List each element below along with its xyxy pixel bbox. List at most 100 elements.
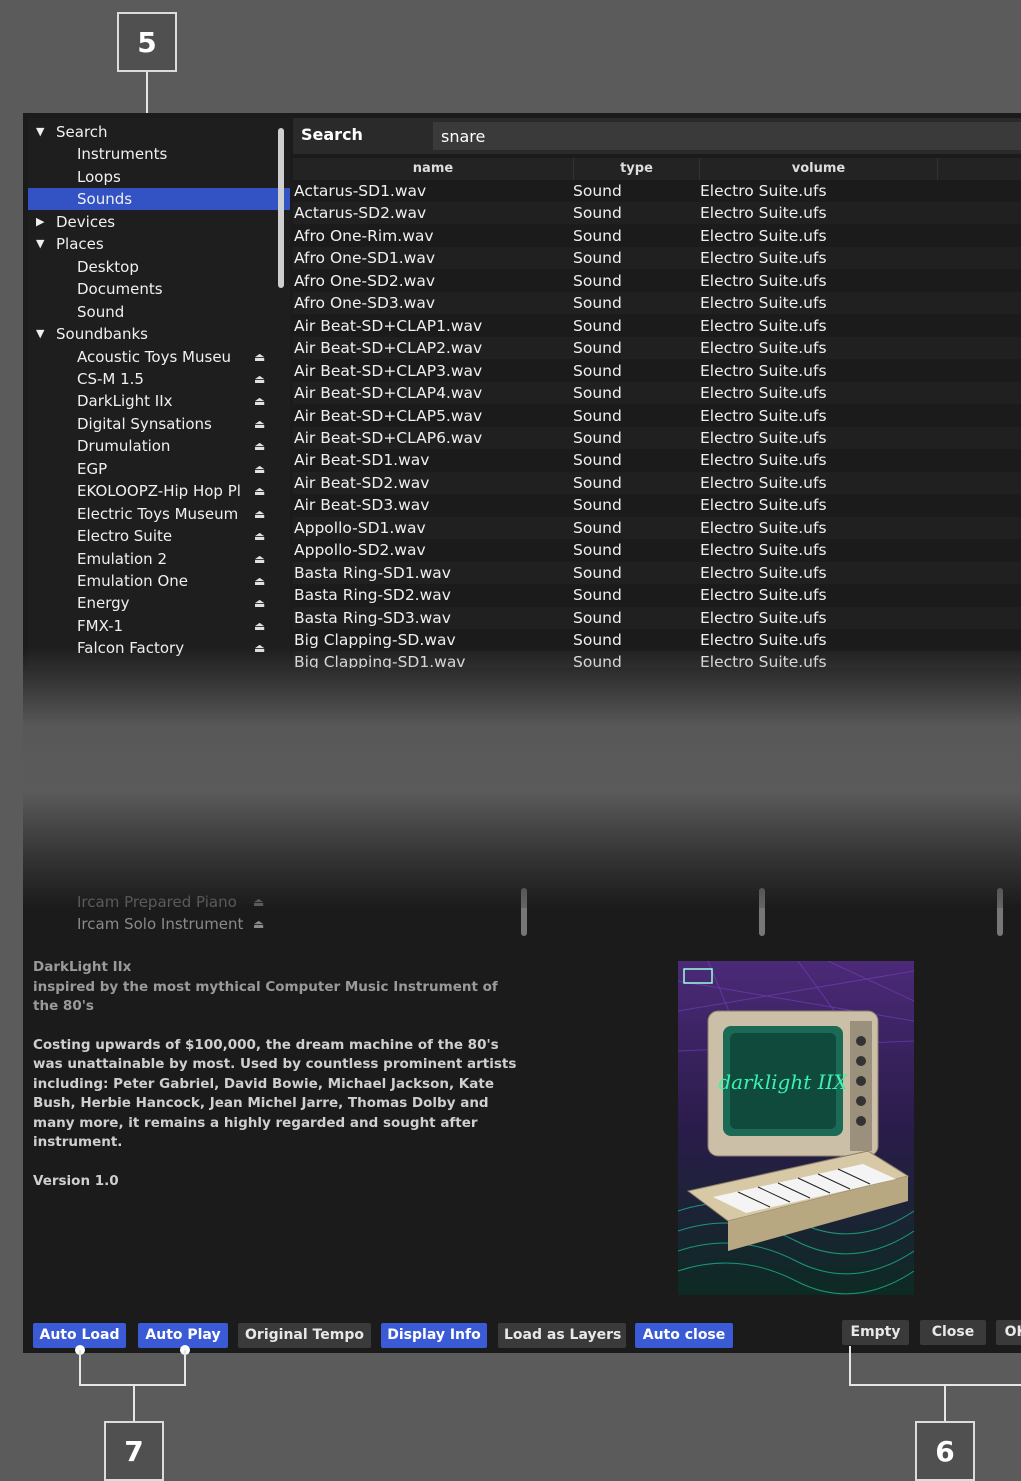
disclosure-expanded-icon[interactable]: ▼ xyxy=(36,233,44,255)
cell-type: Sound xyxy=(573,563,622,582)
sidebar-item-label: Energy xyxy=(77,594,130,613)
table-row[interactable]: Appollo-SD1.wav Sound Electro Suite.ufs xyxy=(293,516,1021,539)
cell-type: Sound xyxy=(573,518,622,537)
sidebar-item[interactable]: EKOLOOPZ-Hip Hop Pl ⏏ xyxy=(28,480,290,502)
eject-icon[interactable]: ⏏ xyxy=(254,570,265,592)
cell-name: Air Beat-SD+CLAP6.wav xyxy=(294,428,483,447)
search-input[interactable] xyxy=(433,122,1021,150)
sidebar-item[interactable]: Electric Toys Museum ⏏ xyxy=(28,503,290,525)
load-as-layers-button[interactable]: Load as Layers xyxy=(498,1323,626,1348)
cell-name: Basta Ring-SD2.wav xyxy=(294,586,451,605)
eject-icon: ⏏ xyxy=(253,917,265,931)
eject-icon[interactable]: ⏏ xyxy=(254,390,265,412)
cell-volume: Electro Suite.ufs xyxy=(700,271,827,290)
cell-name: Appollo-SD2.wav xyxy=(294,541,426,560)
auto-close-button[interactable]: Auto close xyxy=(635,1323,733,1348)
ok-button[interactable]: OK xyxy=(996,1320,1021,1345)
eject-icon[interactable]: ⏏ xyxy=(254,346,265,368)
sidebar-item[interactable]: Digital Synsations ⏏ xyxy=(28,413,290,435)
sidebar-item-label: Sound xyxy=(77,302,125,321)
eject-icon[interactable]: ⏏ xyxy=(254,615,265,637)
original-tempo-button[interactable]: Original Tempo xyxy=(238,1323,371,1348)
column-header-type[interactable]: type xyxy=(574,158,700,180)
table-row[interactable]: Afro One-SD1.wav Sound Electro Suite.ufs xyxy=(293,247,1021,270)
sidebar-item[interactable]: Energy ⏏ xyxy=(28,592,290,614)
table-row[interactable]: Air Beat-SD+CLAP2.wav Sound Electro Suite.… xyxy=(293,337,1021,360)
sidebar-item[interactable]: Sounds xyxy=(28,188,290,211)
eject-icon[interactable]: ⏏ xyxy=(254,368,265,390)
cell-volume: Electro Suite.ufs xyxy=(700,586,827,605)
cell-name: Afro One-Rim.wav xyxy=(294,226,434,245)
column-header-name[interactable]: name xyxy=(293,158,574,180)
disclosure-collapsed-icon[interactable]: ▶ xyxy=(36,211,44,233)
sidebar-item-label: Emulation One xyxy=(77,572,188,590)
cell-name: Air Beat-SD+CLAP4.wav xyxy=(294,384,483,403)
table-row[interactable]: Afro One-SD3.wav Sound Electro Suite.ufs xyxy=(293,292,1021,315)
empty-button[interactable]: Empty xyxy=(842,1320,909,1345)
browser-window: ▼ Search Instruments Loops Sounds ▶ Devices ▼ Pl… xyxy=(23,113,1021,1353)
cell-type: Sound xyxy=(573,541,622,560)
sidebar-item-label: Documents xyxy=(77,280,163,299)
eject-icon[interactable]: ⏏ xyxy=(254,525,265,547)
sidebar-item[interactable]: EGP ⏏ xyxy=(28,458,290,480)
cell-volume: Electro Suite.ufs xyxy=(700,406,827,425)
cell-volume: Electro Suite.ufs xyxy=(700,518,827,537)
table-row[interactable]: Air Beat-SD1.wav Sound Electro Suite.ufs xyxy=(293,449,1021,471)
sidebar-item[interactable]: Drumulation ⏏ xyxy=(28,435,290,457)
sidebar-item[interactable]: Emulation One ⏏ xyxy=(28,570,290,592)
eject-icon[interactable]: ⏏ xyxy=(254,413,265,435)
display-info-button[interactable]: Display Info xyxy=(381,1323,487,1348)
disclosure-expanded-icon[interactable]: ▼ xyxy=(36,121,44,143)
sidebar-item[interactable]: Instruments xyxy=(28,143,290,165)
instrument-artwork: darklight IIX xyxy=(678,961,914,1295)
table-row[interactable]: Appollo-SD2.wav Sound Electro Suite.ufs xyxy=(293,539,1021,561)
table-row[interactable]: Air Beat-SD+CLAP3.wav Sound Electro Suite.… xyxy=(293,360,1021,382)
sidebar-item[interactable]: FMX-1 ⏏ xyxy=(28,615,290,637)
table-row[interactable]: Afro One-Rim.wav Sound Electro Suite.ufs xyxy=(293,225,1021,247)
sidebar-item[interactable]: ▶ Devices xyxy=(28,211,290,233)
eject-icon[interactable]: ⏏ xyxy=(254,480,265,502)
info-title: DarkLight IIx xyxy=(33,959,132,975)
sidebar-item[interactable]: ▼ Soundbanks xyxy=(28,323,290,345)
close-button[interactable]: Close xyxy=(920,1320,986,1345)
table-row[interactable]: Actarus-SD1.wav Sound Electro Suite.ufs xyxy=(293,180,1021,202)
column-header-volume[interactable]: volume xyxy=(700,158,938,180)
eject-icon[interactable]: ⏏ xyxy=(254,592,265,614)
sidebar-item[interactable]: ▼ Search xyxy=(28,121,290,143)
sidebar-item[interactable]: Electro Suite ⏏ xyxy=(28,525,290,547)
table-row[interactable]: Basta Ring-SD2.wav Sound Electro Suite.ufs xyxy=(293,584,1021,606)
table-row[interactable]: Actarus-SD2.wav Sound Electro Suite.ufs xyxy=(293,202,1021,225)
table-row[interactable]: Air Beat-SD+CLAP1.wav Sound Electro Suite.… xyxy=(293,315,1021,337)
sidebar-item[interactable]: CS-M 1.5 ⏏ xyxy=(28,368,290,390)
column-header-extra[interactable] xyxy=(938,158,1021,180)
table-row[interactable]: Air Beat-SD+CLAP6.wav Sound Electro Suite.… xyxy=(293,426,1021,449)
table-row[interactable]: Basta Ring-SD1.wav Sound Electro Suite.ufs xyxy=(293,561,1021,584)
table-row[interactable]: Afro One-SD2.wav Sound Electro Suite.ufs xyxy=(293,270,1021,292)
sidebar-item-label: FMX-1 xyxy=(77,616,124,635)
sidebar-item[interactable]: Loops xyxy=(28,166,290,188)
sidebar-scrollbar[interactable] xyxy=(278,128,284,288)
sidebar-item[interactable]: Sound xyxy=(28,301,290,323)
table-row[interactable]: Air Beat-SD+CLAP4.wav Sound Electro Suite.… xyxy=(293,382,1021,405)
sidebar-item-label: Emulation 2 xyxy=(77,549,167,568)
table-row[interactable]: Air Beat-SD+CLAP5.wav Sound Electro Suite.… xyxy=(293,405,1021,427)
eject-icon[interactable]: ⏏ xyxy=(254,458,265,480)
cell-type: Sound xyxy=(573,316,622,335)
table-row[interactable]: Air Beat-SD2.wav Sound Electro Suite.ufs xyxy=(293,471,1021,494)
cell-volume: Electro Suite.ufs xyxy=(700,563,827,582)
cell-volume: Electro Suite.ufs xyxy=(700,428,827,447)
eject-icon[interactable]: ⏏ xyxy=(254,548,265,570)
callout-5: 5 xyxy=(117,12,177,72)
sidebar-item[interactable]: Documents xyxy=(28,278,290,300)
eject-icon[interactable]: ⏏ xyxy=(254,503,265,525)
sidebar-item[interactable]: DarkLight IIx ⏏ xyxy=(28,390,290,412)
table-row[interactable]: Basta Ring-SD3.wav Sound Electro Suite.ufs xyxy=(293,606,1021,629)
table-row[interactable]: Air Beat-SD3.wav Sound Electro Suite.ufs xyxy=(293,494,1021,516)
cell-volume: Electro Suite.ufs xyxy=(700,384,827,403)
disclosure-expanded-icon[interactable]: ▼ xyxy=(36,323,44,345)
sidebar-item[interactable]: Acoustic Toys Museu ⏏ xyxy=(28,346,290,368)
eject-icon[interactable]: ⏏ xyxy=(254,435,265,457)
sidebar-item[interactable]: Desktop xyxy=(28,256,290,278)
sidebar-item[interactable]: Emulation 2 ⏏ xyxy=(28,548,290,570)
sidebar-item[interactable]: ▼ Places xyxy=(28,233,290,255)
